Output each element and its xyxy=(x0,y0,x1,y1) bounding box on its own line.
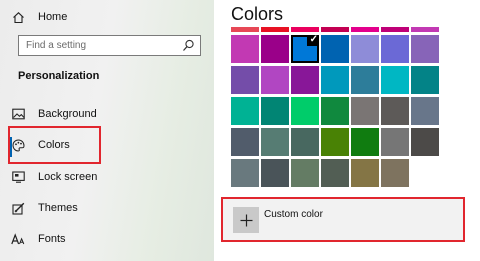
sidebar-item-label: Background xyxy=(38,108,97,120)
lock-screen-icon xyxy=(10,169,26,185)
home-nav-item[interactable]: Home xyxy=(10,9,67,25)
color-swatch-partial[interactable] xyxy=(351,27,379,32)
color-swatch-partial[interactable] xyxy=(261,27,289,32)
color-swatch-partial[interactable] xyxy=(411,27,439,32)
sidebar-item-background[interactable]: Background xyxy=(10,106,97,122)
search-box[interactable] xyxy=(18,35,201,56)
custom-color-label: Custom color xyxy=(264,209,323,220)
color-swatch[interactable] xyxy=(381,97,409,125)
accent-color-grid: ✓ xyxy=(231,27,439,187)
color-swatch[interactable] xyxy=(351,97,379,125)
color-swatch[interactable] xyxy=(381,159,409,187)
settings-sidebar: Home Personalization Background Colors L… xyxy=(0,0,214,261)
sidebar-item-fonts[interactable]: Fonts xyxy=(10,231,66,247)
color-swatch[interactable] xyxy=(351,159,379,187)
color-swatch[interactable] xyxy=(321,97,349,125)
color-swatch[interactable] xyxy=(411,66,439,94)
color-swatch[interactable] xyxy=(321,128,349,156)
color-swatch[interactable] xyxy=(261,159,289,187)
plus-icon xyxy=(233,207,259,233)
fonts-icon xyxy=(10,231,26,247)
sidebar-item-themes[interactable]: Themes xyxy=(10,200,78,216)
color-swatch[interactable] xyxy=(261,66,289,94)
color-swatch[interactable] xyxy=(291,159,319,187)
color-swatch-partial[interactable] xyxy=(321,27,349,32)
color-swatch[interactable] xyxy=(381,66,409,94)
color-swatch[interactable] xyxy=(381,35,409,63)
color-swatch[interactable] xyxy=(351,66,379,94)
color-swatch-partial[interactable] xyxy=(231,27,259,32)
color-swatch[interactable] xyxy=(261,35,289,63)
sidebar-item-lock-screen[interactable]: Lock screen xyxy=(10,169,97,185)
partial-swatch-row xyxy=(231,27,439,32)
checkmark-icon: ✓ xyxy=(309,34,318,45)
color-swatch-partial[interactable] xyxy=(381,27,409,32)
color-swatch[interactable] xyxy=(291,66,319,94)
color-swatch[interactable] xyxy=(231,159,259,187)
color-swatch[interactable] xyxy=(231,66,259,94)
color-swatch[interactable] xyxy=(321,66,349,94)
search-input[interactable] xyxy=(19,36,176,55)
home-label: Home xyxy=(38,11,68,23)
colors-highlight-annotation xyxy=(8,126,101,164)
color-swatch[interactable] xyxy=(411,35,439,63)
color-swatch[interactable] xyxy=(261,128,289,156)
themes-icon xyxy=(10,200,26,216)
color-swatch[interactable] xyxy=(231,97,259,125)
color-swatch[interactable] xyxy=(291,97,319,125)
color-swatch[interactable] xyxy=(261,97,289,125)
color-swatch[interactable] xyxy=(321,159,349,187)
color-swatch[interactable] xyxy=(231,128,259,156)
sidebar-item-label: Lock screen xyxy=(38,171,98,183)
color-swatch[interactable] xyxy=(351,128,379,156)
color-swatch[interactable] xyxy=(381,128,409,156)
picture-icon xyxy=(10,106,26,122)
color-swatch[interactable] xyxy=(351,35,379,63)
color-swatch[interactable] xyxy=(231,35,259,63)
home-icon xyxy=(10,9,26,25)
section-title: Personalization xyxy=(18,70,100,82)
color-swatch[interactable] xyxy=(291,128,319,156)
sidebar-item-label: Themes xyxy=(38,202,78,214)
custom-color-button[interactable]: Custom color xyxy=(221,197,465,242)
color-swatch[interactable] xyxy=(411,97,439,125)
sidebar-item-label: Fonts xyxy=(38,233,66,245)
search-icon[interactable] xyxy=(182,39,195,52)
color-swatch-selected[interactable]: ✓ xyxy=(291,34,319,63)
color-swatch[interactable] xyxy=(411,128,439,156)
color-swatch[interactable] xyxy=(321,35,349,63)
page-title: Colors xyxy=(231,4,284,24)
color-swatch-partial[interactable] xyxy=(291,27,319,32)
